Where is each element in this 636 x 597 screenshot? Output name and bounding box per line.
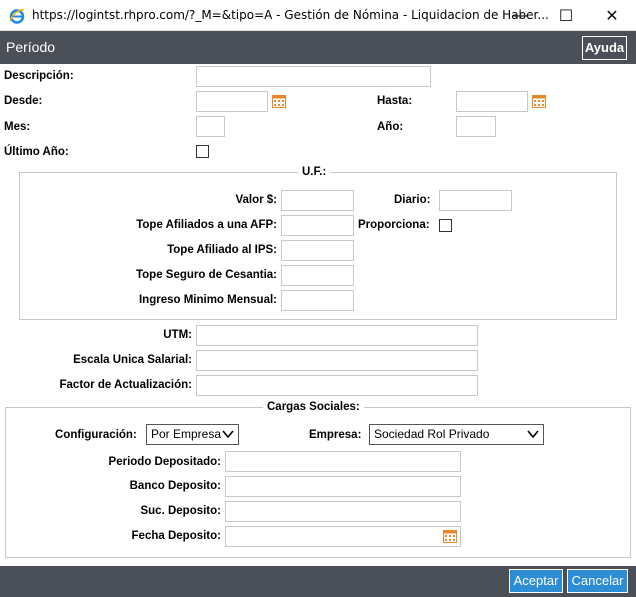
cancel-button[interactable]: Cancelar	[567, 569, 628, 593]
factor-input[interactable]	[196, 375, 478, 396]
configuracion-select[interactable]: Por Empresa	[146, 424, 239, 445]
configuracion-value: Por Empresa	[151, 427, 222, 441]
utm-label: UTM:	[163, 329, 192, 341]
valor-label: Valor $:	[235, 194, 277, 206]
page-title: Período	[6, 39, 56, 55]
empresa-value: Sociedad Rol Privado	[374, 427, 490, 441]
tope-afp-label: Tope Afiliados a una AFP:	[136, 219, 277, 231]
banco-deposito-input[interactable]	[225, 476, 461, 497]
maximize-button[interactable]: ☐	[543, 0, 589, 31]
internet-explorer-icon	[9, 9, 25, 24]
desde-label: Desde:	[4, 95, 43, 107]
anio-label: Año:	[377, 121, 404, 133]
utm-input[interactable]	[196, 325, 478, 346]
chevron-down-icon	[222, 430, 234, 439]
valor-input[interactable]	[281, 190, 354, 211]
fecha-deposito-calendar-icon[interactable]	[443, 529, 457, 543]
hasta-label: Hasta:	[377, 95, 413, 107]
accept-button[interactable]: Aceptar	[509, 569, 563, 593]
diario-input[interactable]	[439, 190, 512, 211]
empresa-label: Empresa:	[309, 429, 362, 441]
uf-legend: U.F.:	[298, 166, 331, 178]
minimize-button[interactable]: —	[497, 0, 543, 31]
descripcion-input[interactable]	[196, 66, 431, 87]
proporciona-checkbox[interactable]	[439, 219, 452, 232]
proporciona-label: Proporciona:	[358, 219, 430, 231]
tope-ips-input[interactable]	[281, 240, 354, 261]
tope-afp-input[interactable]	[281, 215, 354, 236]
periodo-depositado-label: Periodo Depositado:	[108, 456, 221, 468]
escala-input[interactable]	[196, 350, 478, 371]
descripcion-label: Descripción:	[4, 70, 74, 82]
help-button[interactable]: Ayuda	[582, 36, 627, 60]
factor-label: Factor de Actualización:	[59, 379, 193, 391]
minimize-icon: —	[512, 6, 528, 24]
hasta-input[interactable]	[456, 91, 528, 112]
window-title: https://logintst.rhpro.com/?_M=&tipo=A -…	[32, 8, 549, 22]
dialog-header: Período	[0, 31, 636, 64]
maximize-icon: ☐	[558, 7, 574, 25]
diario-label: Diario:	[394, 194, 431, 206]
tope-ips-label: Tope Afiliado al IPS:	[167, 244, 277, 256]
escala-label: Escala Unica Salarial:	[73, 354, 192, 366]
suc-deposito-label: Suc. Deposito:	[140, 505, 221, 517]
desde-calendar-icon[interactable]	[272, 94, 286, 108]
hasta-calendar-icon[interactable]	[532, 94, 546, 108]
banco-deposito-label: Banco Deposito:	[129, 480, 221, 492]
window-titlebar: https://logintst.rhpro.com/?_M=&tipo=A -…	[0, 0, 636, 31]
chevron-down-icon	[527, 430, 539, 439]
fecha-deposito-label: Fecha Deposito:	[131, 530, 221, 542]
anio-input[interactable]	[456, 116, 496, 137]
cargas-legend: Cargas Sociales:	[263, 401, 364, 413]
mes-label: Mes:	[4, 121, 31, 133]
close-button[interactable]: ✕	[589, 0, 635, 31]
periodo-depositado-input[interactable]	[225, 451, 461, 472]
suc-deposito-input[interactable]	[225, 501, 461, 522]
empresa-select[interactable]: Sociedad Rol Privado	[369, 424, 544, 445]
tope-cesantia-input[interactable]	[281, 265, 354, 286]
tope-cesantia-label: Tope Seguro de Cesantia:	[135, 269, 277, 281]
desde-input[interactable]	[196, 91, 268, 112]
configuracion-label: Configuración:	[55, 429, 137, 441]
fecha-deposito-input[interactable]	[225, 526, 461, 547]
ultimo-anio-label: Último Año:	[4, 146, 69, 158]
ingreso-minimo-input[interactable]	[281, 290, 354, 311]
close-icon: ✕	[605, 7, 619, 25]
ultimo-anio-checkbox[interactable]	[196, 145, 209, 158]
mes-input[interactable]	[196, 116, 225, 137]
ingreso-minimo-label: Ingreso Minimo Mensual:	[138, 294, 277, 306]
